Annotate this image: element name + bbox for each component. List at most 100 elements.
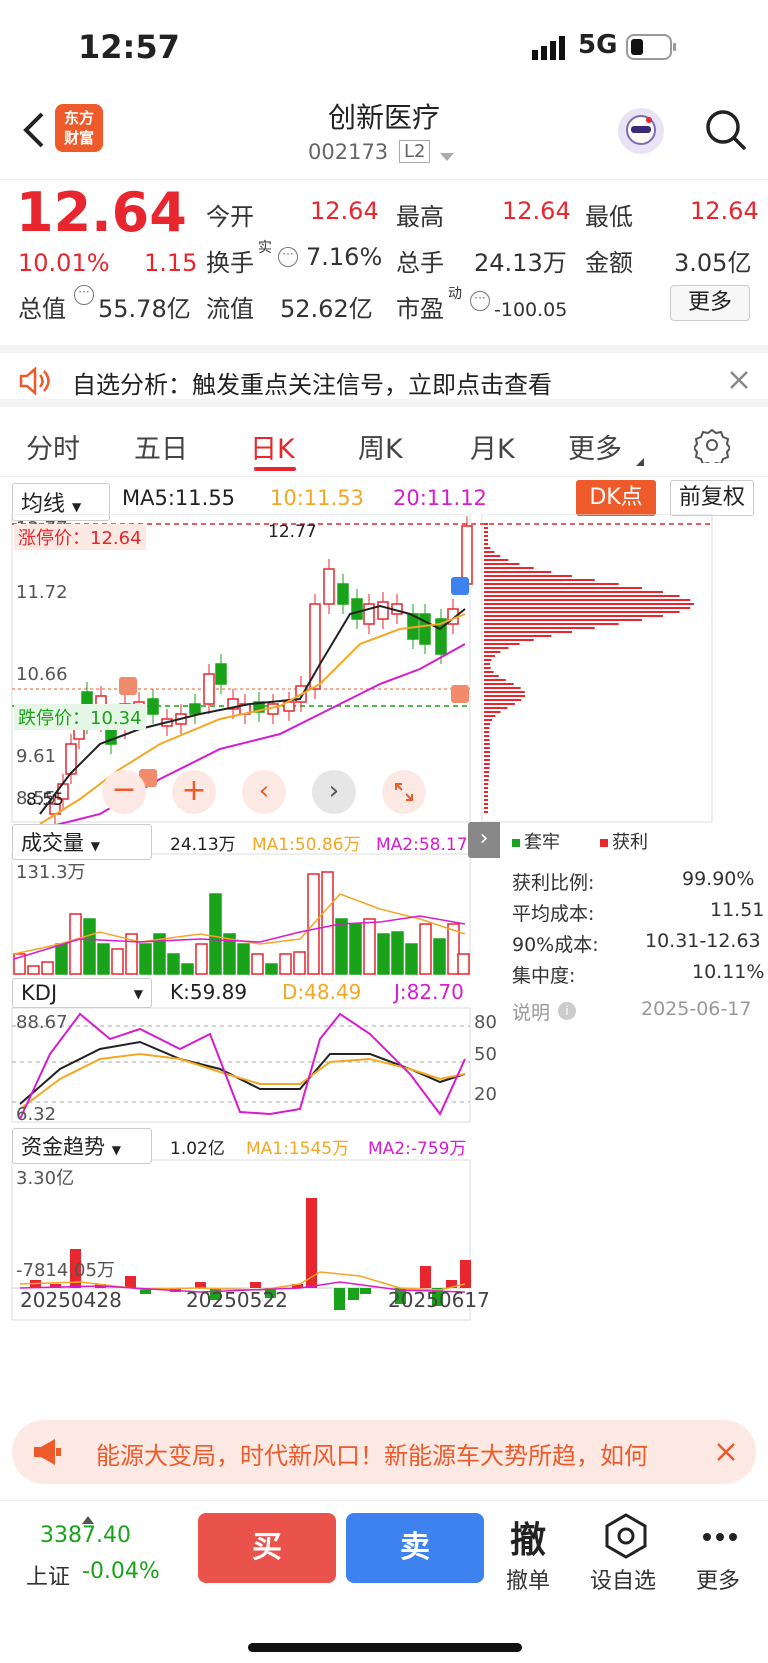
indicator-select-volume[interactable]: 成交量 ▼ xyxy=(12,824,152,860)
volume-bar xyxy=(321,871,334,975)
tab-daily-k[interactable]: 日K xyxy=(250,427,295,466)
volume-bar xyxy=(69,913,82,975)
chips-90-cost-value: 10.31-12.63 xyxy=(645,930,761,952)
cancel-order-icon[interactable]: 撤 xyxy=(510,1511,546,1563)
signal-icon xyxy=(532,36,568,60)
green-square-icon xyxy=(512,839,520,847)
legend-profit: 获利 xyxy=(600,828,648,854)
tab-five-day[interactable]: 五日 xyxy=(134,427,188,466)
kdj-20-label: 20 xyxy=(474,1084,497,1105)
mktcap-label: 总值 xyxy=(18,295,66,323)
add-watchlist-icon[interactable] xyxy=(604,1513,648,1559)
info-dots-icon[interactable]: ··· xyxy=(74,285,94,305)
settings-gear-icon[interactable] xyxy=(692,427,732,468)
candle-body xyxy=(203,673,215,705)
stock-header: 东方 财富 创新医疗 002173 L2 xyxy=(0,100,768,180)
open-label: 今开 xyxy=(206,203,254,231)
indicator-select-fund[interactable]: 资金趋势 ▼ xyxy=(12,1128,152,1164)
tab-intraday[interactable]: 分时 xyxy=(26,427,80,466)
change-percent: 10.01% xyxy=(18,249,110,277)
more-quote-button[interactable]: 更多 xyxy=(670,285,750,321)
volume-bar xyxy=(195,943,208,975)
date-mid: 20250522 xyxy=(186,1288,288,1312)
tab-weekly-k[interactable]: 周K xyxy=(358,427,403,466)
home-indicator xyxy=(248,1643,522,1652)
more-dots-icon[interactable] xyxy=(702,1527,738,1541)
cancel-order-label[interactable]: 撤单 xyxy=(506,1563,550,1595)
candle-body xyxy=(377,601,389,620)
volume-top-label: 131.3万 xyxy=(16,862,86,883)
assistant-avatar-icon[interactable] xyxy=(618,108,664,154)
pe-label: 市盈 xyxy=(396,295,444,323)
adjust-button[interactable]: 前复权 xyxy=(670,480,754,516)
close-icon[interactable] xyxy=(716,1442,736,1462)
search-icon[interactable] xyxy=(704,108,748,152)
volume-bar xyxy=(111,948,124,975)
volume-bar xyxy=(363,918,376,975)
info-dots-icon[interactable]: ··· xyxy=(470,291,490,311)
volume-bar xyxy=(419,923,432,975)
fund-top-label: 3.30亿 xyxy=(16,1168,75,1189)
float-label: 流值 xyxy=(206,295,254,323)
zoom-out-button[interactable]: − xyxy=(102,770,146,814)
kdj-k-label: K:59.89 xyxy=(170,980,248,1004)
red-square-icon xyxy=(600,839,608,847)
close-icon[interactable] xyxy=(728,369,750,391)
chips-avg-cost-value: 11.51 xyxy=(710,899,765,921)
dk-point-button[interactable]: DK点 xyxy=(576,480,656,516)
kline-chart-area: 均线 ▼ MA5:11.55 10:11.53 20:11.12 DK点 前复权… xyxy=(0,478,768,1408)
volume-bar xyxy=(433,938,446,975)
kdj-j-label: J:82.70 xyxy=(394,980,464,1004)
chips-concentration-value: 10.11% xyxy=(692,961,765,983)
fullscreen-button[interactable] xyxy=(382,770,426,814)
buy-button[interactable]: 买 xyxy=(198,1513,336,1583)
chips-note-label[interactable]: 说明 xyxy=(512,998,550,1025)
volume-bar xyxy=(83,918,96,975)
last-price: 12.64 xyxy=(16,181,187,244)
tab-monthly-k[interactable]: 月K xyxy=(470,427,515,466)
battery-icon xyxy=(626,34,678,60)
kdj-d-label: D:48.49 xyxy=(282,980,362,1004)
promo-banner[interactable]: 能源大变局，时代新风口！新能源车大势所趋，如何 xyxy=(12,1420,756,1484)
tab-more[interactable]: 更多 xyxy=(568,427,622,466)
high-label: 最高 xyxy=(396,203,444,231)
more-label[interactable]: 更多 xyxy=(696,1563,740,1595)
collapse-panel-button[interactable]: › xyxy=(468,822,500,858)
volume-bar xyxy=(41,961,54,975)
high-value: 12.64 xyxy=(502,197,571,225)
chips-profit-ratio-label: 获利比例: xyxy=(512,872,595,894)
turnover-label: 换手 xyxy=(206,249,254,277)
info-dots-icon[interactable]: ··· xyxy=(278,247,298,267)
bottom-toolbar: 3387.40 上证 -0.04% 买 卖 撤 撤单 设自选 更多 xyxy=(0,1500,768,1663)
volume-bar xyxy=(237,943,250,975)
volume-bar xyxy=(457,953,470,975)
zoom-in-button[interactable]: + xyxy=(172,770,216,814)
kdj-top-label: 88.67 xyxy=(16,1012,68,1033)
indicator-select-kdj[interactable]: KDJ ▼ xyxy=(12,978,152,1008)
volume-value: 24.13万 xyxy=(474,249,567,277)
fund-bar xyxy=(460,1260,471,1288)
fund-ma1-label: MA1:1545万 xyxy=(246,1139,350,1159)
kdj-k-line xyxy=(19,1040,466,1105)
trade-marker-b xyxy=(451,685,469,703)
candle-body xyxy=(337,583,349,605)
candle-body xyxy=(309,603,321,690)
ytick-2: 11.72 xyxy=(16,582,68,603)
legend-trapped-label: 套牢 xyxy=(524,832,560,853)
index-name[interactable]: 上证 xyxy=(26,1559,70,1591)
fund-ma2-label: MA2:-759万 xyxy=(368,1139,467,1159)
dropdown-icon[interactable] xyxy=(440,148,454,161)
scroll-right-button[interactable]: › xyxy=(312,770,356,814)
float-value: 52.62亿 xyxy=(280,295,373,323)
sell-button[interactable]: 卖 xyxy=(346,1513,484,1583)
low-label: 最低 xyxy=(585,203,633,231)
notice-bar[interactable]: 自选分析：触发重点关注信号，立即点击查看 xyxy=(0,345,768,407)
add-watchlist-label[interactable]: 设自选 xyxy=(590,1563,656,1595)
volume-bar xyxy=(97,943,110,975)
scroll-left-button[interactable]: ‹ xyxy=(242,770,286,814)
volume-bar xyxy=(405,943,418,975)
triangle-up-icon xyxy=(82,1509,94,1524)
info-icon[interactable]: i xyxy=(558,1002,576,1020)
status-bar: 12:57 5G xyxy=(0,0,768,100)
volume-bar xyxy=(335,918,348,975)
